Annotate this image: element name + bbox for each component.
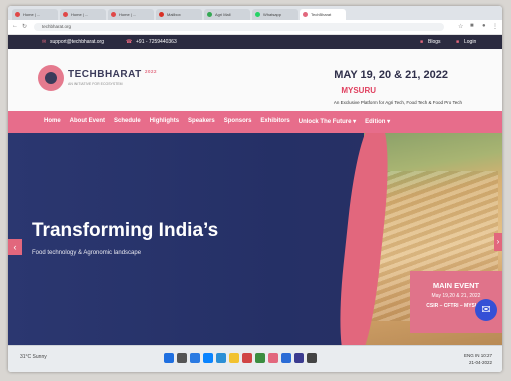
taskbar-app-icon[interactable]	[190, 353, 200, 363]
clock-date[interactable]: 21-04-2022	[464, 359, 492, 366]
nav-item[interactable]: Sponsors	[224, 118, 252, 125]
taskbar-app-icon[interactable]	[281, 353, 291, 363]
hero-banner: Transforming India’s Food technology & A…	[8, 133, 502, 345]
bookmark-icon[interactable]: ☆	[458, 23, 463, 30]
browser-tab[interactable]: Whatsapp	[252, 9, 298, 20]
taskbar-app-icon[interactable]	[268, 353, 278, 363]
tab-label: Home | ...	[119, 12, 137, 17]
main-nav: Home About Event Schedule Highlights Speaker…	[8, 111, 502, 133]
tab-label: Whatsapp	[263, 12, 282, 17]
browser-tab[interactable]: Mailbox	[156, 9, 202, 20]
taskbar-app-icon[interactable]	[216, 353, 226, 363]
taskbar-app-icon[interactable]	[229, 353, 239, 363]
browser-address-bar: ← ↻ techbharat.org ☆ ■ ● ⋮	[8, 20, 502, 35]
support-email-link[interactable]: support@techbharat.org	[50, 39, 104, 45]
carousel-next-button[interactable]: ›	[494, 233, 502, 251]
taskbar-app-icon[interactable]	[164, 353, 174, 363]
taskbar-app-icon[interactable]	[203, 353, 213, 363]
back-icon[interactable]: ←	[12, 23, 18, 29]
browser-tab[interactable]: Agri Mall	[204, 9, 250, 20]
taskbar-apps	[164, 353, 317, 363]
tab-label: TechBharat	[311, 12, 332, 17]
nav-menu: Home About Event Schedule Highlights Speaker…	[44, 118, 390, 125]
brand-text: TECHBHARAT	[68, 69, 142, 80]
brand-year: 2022	[144, 69, 157, 74]
login-icon: ■	[456, 39, 460, 45]
nav-item[interactable]: About Event	[70, 118, 105, 125]
event-tagline: An Exclusive Platform for Agri Tech, Foo…	[333, 100, 462, 105]
blogs-link[interactable]: Blogs	[428, 39, 441, 45]
tab-label: Mailbox	[167, 12, 181, 17]
url-input[interactable]: techbharat.org	[34, 23, 444, 31]
nav-item[interactable]: Exhibitors	[260, 118, 289, 125]
tab-label: Home | ...	[71, 12, 89, 17]
profile-icon[interactable]: ●	[482, 23, 486, 29]
taskbar-app-icon[interactable]	[307, 353, 317, 363]
nav-item[interactable]: Home	[44, 118, 61, 125]
phone-icon: ☎	[126, 39, 133, 45]
monitor-screen: Home | ... Home | ... Home | ... Mailbox Agr…	[8, 6, 502, 372]
site-top-bar: ✉ support@techbharat.org ☎ +91 - 7259440…	[8, 35, 502, 49]
browser-tab[interactable]: Home | ...	[60, 9, 106, 20]
browser-tab-strip: Home | ... Home | ... Home | ... Mailbox Agr…	[8, 6, 502, 20]
windows-taskbar: 31°C Sunny ENG IN 10:27 21-04-2022	[8, 345, 502, 372]
tab-favicon-icon	[159, 12, 164, 17]
tab-favicon-icon	[63, 12, 68, 17]
extensions-icon[interactable]: ■	[470, 23, 474, 29]
browser-tab[interactable]: Home | ...	[108, 9, 154, 20]
nav-item[interactable]: Edition ▾	[365, 118, 390, 125]
carousel-prev-button[interactable]: ‹	[8, 239, 22, 255]
tab-favicon-icon	[207, 12, 212, 17]
techbharat-logo[interactable]	[38, 65, 64, 91]
taskbar-app-icon[interactable]	[242, 353, 252, 363]
tab-label: Home | ...	[23, 12, 41, 17]
event-dates: MAY 19, 20 & 21, 2022	[334, 69, 448, 81]
login-link[interactable]: Login	[464, 39, 476, 45]
phone-link[interactable]: +91 - 7259440363	[136, 39, 177, 45]
nav-item[interactable]: Highlights	[150, 118, 179, 125]
tab-favicon-icon	[303, 12, 308, 17]
language-indicator[interactable]: ENG IN	[464, 353, 480, 358]
hero-subtitle: Food technology & Agronomic landscape	[32, 250, 142, 256]
nav-item[interactable]: Schedule	[114, 118, 141, 125]
tab-label: Agri Mall	[215, 12, 231, 17]
messenger-chat-icon[interactable]: ✉	[475, 299, 497, 321]
hero-title: Transforming India’s	[32, 220, 219, 241]
nav-item[interactable]: Speakers	[188, 118, 215, 125]
reload-icon[interactable]: ↻	[22, 23, 27, 30]
main-event-dates: May 19,20 & 21, 2022	[431, 293, 481, 299]
brand-name: TECHBHARAT 2022	[68, 69, 157, 80]
system-tray[interactable]: ENG IN 10:27 21-04-2022	[464, 352, 492, 366]
taskbar-app-icon[interactable]	[255, 353, 265, 363]
brand-tagline: AN INITIATIVE FOR ECOSYSTEM	[68, 82, 123, 86]
nav-item[interactable]: Unlock The Future ▾	[299, 118, 356, 125]
clock-time[interactable]: 10:27	[481, 353, 492, 358]
blog-icon: ■	[420, 39, 424, 45]
menu-icon[interactable]: ⋮	[492, 23, 498, 30]
browser-tab[interactable]: TechBharat	[300, 9, 346, 20]
tab-favicon-icon	[15, 12, 20, 17]
tab-favicon-icon	[111, 12, 116, 17]
tab-favicon-icon	[255, 12, 260, 17]
taskbar-app-icon[interactable]	[294, 353, 304, 363]
weather-widget[interactable]: 31°C Sunny	[20, 354, 47, 360]
taskbar-app-icon[interactable]	[177, 353, 187, 363]
browser-tab[interactable]: Home | ...	[12, 9, 58, 20]
email-icon: ✉	[42, 39, 47, 45]
main-event-title: MAIN EVENT	[432, 281, 480, 290]
event-city: MYSURU	[341, 86, 376, 95]
site-header: TECHBHARAT 2022 AN INITIATIVE FOR ECOSYS…	[8, 49, 502, 111]
